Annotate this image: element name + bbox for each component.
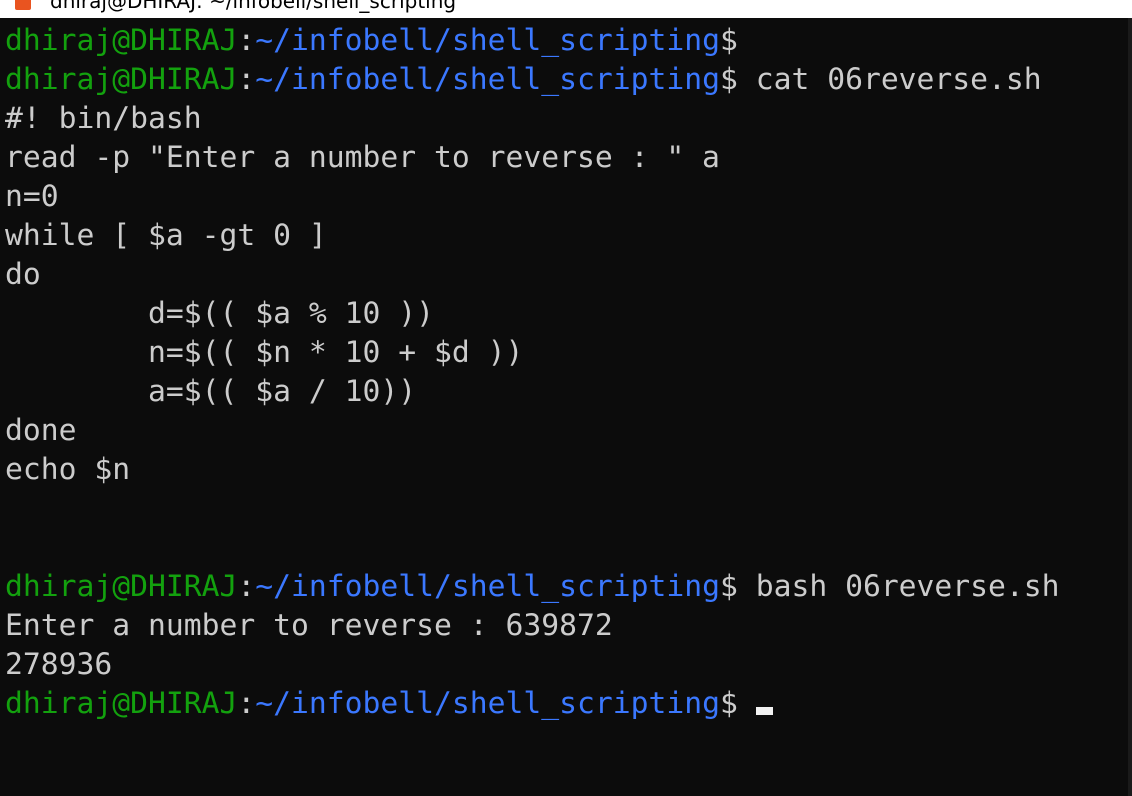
title-bar[interactable]: dhiraj@DHIRAJ: ~/infobell/shell_scriptin… <box>0 0 1132 18</box>
terminal-text: : <box>237 686 256 721</box>
terminal-text: a=$(( $a / 10)) <box>5 374 417 409</box>
terminal-line: a=$(( $a / 10)) <box>5 372 1060 411</box>
prompt-path: ~/infobell/shell_scripting <box>255 569 720 604</box>
terminal-line: n=0 <box>5 177 1060 216</box>
terminal-lines: dhiraj@DHIRAJ:~/infobell/shell_scripting… <box>5 21 1060 723</box>
prompt-path: ~/infobell/shell_scripting <box>255 686 720 721</box>
terminal-line: echo $n <box>5 450 1060 489</box>
terminal-line: do <box>5 255 1060 294</box>
terminal-line: Enter a number to reverse : 639872 <box>5 606 1060 645</box>
terminal-line: dhiraj@DHIRAJ:~/infobell/shell_scripting… <box>5 21 1060 60</box>
terminal-text: d=$(( $a % 10 )) <box>5 296 434 331</box>
cursor <box>755 707 773 715</box>
terminal-line: dhiraj@DHIRAJ:~/infobell/shell_scripting… <box>5 567 1060 606</box>
prompt-user-host: dhiraj@DHIRAJ <box>5 62 238 97</box>
terminal-output[interactable]: dhiraj@DHIRAJ:~/infobell/shell_scripting… <box>0 18 1132 796</box>
terminal-text: $ cat 06reverse.sh <box>719 62 1042 97</box>
terminal-text: n=0 <box>5 179 59 214</box>
terminal-text: $ <box>719 23 738 58</box>
terminal-line: 278936 <box>5 645 1060 684</box>
terminal-text: Enter a number to reverse : 639872 <box>5 608 613 643</box>
terminal-text: #! bin/bash <box>5 101 202 136</box>
terminal-text: while [ $a -gt 0 ] <box>5 218 327 253</box>
terminal-text: $ bash 06reverse.sh <box>719 569 1060 604</box>
terminal-line: dhiraj@DHIRAJ:~/infobell/shell_scripting… <box>5 684 1060 723</box>
prompt-user-host: dhiraj@DHIRAJ <box>5 23 238 58</box>
terminal-text: echo $n <box>5 452 131 487</box>
terminal-text: 278936 <box>5 647 113 682</box>
terminal-text: do <box>5 257 41 292</box>
terminal-line: done <box>5 411 1060 450</box>
terminal-line: dhiraj@DHIRAJ:~/infobell/shell_scripting… <box>5 60 1060 99</box>
prompt-path: ~/infobell/shell_scripting <box>255 23 720 58</box>
terminal-line: n=$(( $n * 10 + $d )) <box>5 333 1060 372</box>
terminal-text: $ <box>719 686 738 721</box>
prompt-path: ~/infobell/shell_scripting <box>255 62 720 97</box>
terminal-text: done <box>5 413 77 448</box>
prompt-user-host: dhiraj@DHIRAJ <box>5 686 238 721</box>
terminal-text: : <box>237 62 256 97</box>
terminal-line: while [ $a -gt 0 ] <box>5 216 1060 255</box>
terminal-text: : <box>237 569 256 604</box>
terminal-text: n=$(( $n * 10 + $d )) <box>5 335 524 370</box>
prompt-user-host: dhiraj@DHIRAJ <box>5 569 238 604</box>
ubuntu-icon <box>15 0 31 10</box>
terminal-text: read -p "Enter a number to reverse : " a <box>5 140 720 175</box>
terminal-line: d=$(( $a % 10 )) <box>5 294 1060 333</box>
terminal-line: #! bin/bash <box>5 99 1060 138</box>
window-title: dhiraj@DHIRAJ: ~/infobell/shell_scriptin… <box>50 0 457 13</box>
terminal-line: read -p "Enter a number to reverse : " a <box>5 138 1060 177</box>
terminal-text: : <box>237 23 256 58</box>
